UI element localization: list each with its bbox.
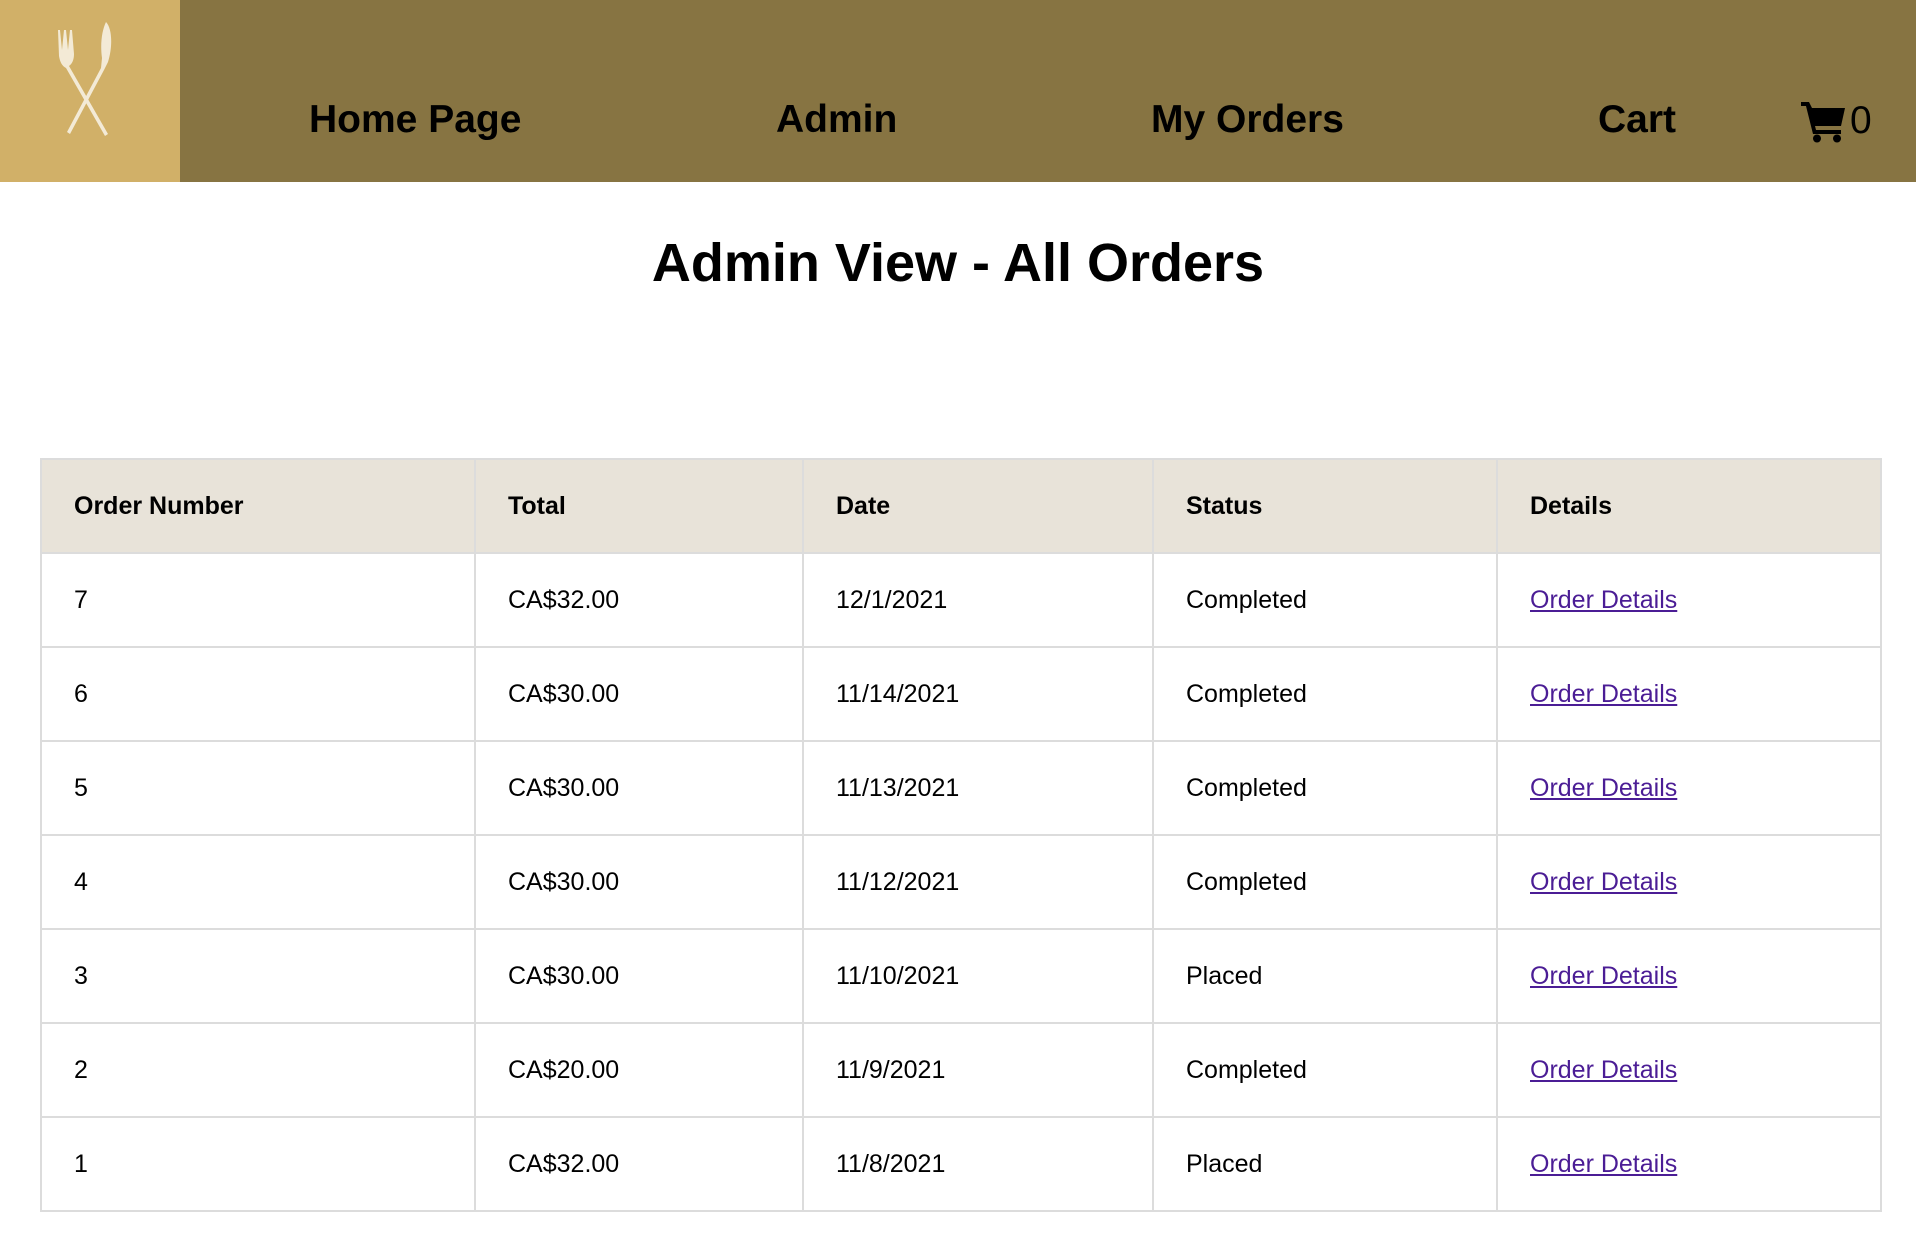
logo-link[interactable] [0, 0, 180, 182]
table-row: 4 CA$30.00 11/12/2021 Completed Order De… [40, 834, 1882, 930]
header-date: Date [802, 458, 1154, 554]
order-number-cell: 1 [40, 1116, 476, 1212]
order-number-cell: 3 [40, 928, 476, 1024]
total-cell: CA$30.00 [474, 928, 804, 1024]
details-cell: Order Details [1496, 1022, 1882, 1118]
cart-count: 0 [1850, 99, 1872, 142]
order-details-link[interactable]: Order Details [1530, 1150, 1677, 1178]
date-cell: 11/13/2021 [802, 740, 1154, 836]
header-status: Status [1152, 458, 1498, 554]
table-row: 5 CA$30.00 11/13/2021 Completed Order De… [40, 740, 1882, 836]
order-number-cell: 2 [40, 1022, 476, 1118]
table-header-row: Order Number Total Date Status Details [40, 458, 1882, 554]
table-row: 3 CA$30.00 11/10/2021 Placed Order Detai… [40, 928, 1882, 1024]
date-cell: 11/12/2021 [802, 834, 1154, 930]
table-row: 7 CA$32.00 12/1/2021 Completed Order Det… [40, 552, 1882, 648]
total-cell: CA$30.00 [474, 740, 804, 836]
order-details-link[interactable]: Order Details [1530, 962, 1677, 990]
status-cell: Placed [1152, 1116, 1498, 1212]
order-number-cell: 6 [40, 646, 476, 742]
order-number-cell: 7 [40, 552, 476, 648]
order-details-link[interactable]: Order Details [1530, 774, 1677, 802]
date-cell: 11/10/2021 [802, 928, 1154, 1024]
table-row: 1 CA$32.00 11/8/2021 Placed Order Detail… [40, 1116, 1882, 1212]
details-cell: Order Details [1496, 1116, 1882, 1212]
table-row: 6 CA$30.00 11/14/2021 Completed Order De… [40, 646, 1882, 742]
date-cell: 11/14/2021 [802, 646, 1154, 742]
status-cell: Completed [1152, 552, 1498, 648]
details-cell: Order Details [1496, 646, 1882, 742]
date-cell: 12/1/2021 [802, 552, 1154, 648]
order-details-link[interactable]: Order Details [1530, 680, 1677, 708]
page-title: Admin View - All Orders [651, 233, 1265, 293]
total-cell: CA$20.00 [474, 1022, 804, 1118]
status-cell: Completed [1152, 1022, 1498, 1118]
order-details-link[interactable]: Order Details [1530, 1056, 1677, 1084]
status-cell: Placed [1152, 928, 1498, 1024]
date-cell: 11/9/2021 [802, 1022, 1154, 1118]
order-details-link[interactable]: Order Details [1530, 868, 1677, 896]
details-cell: Order Details [1496, 928, 1882, 1024]
fork-knife-icon [58, 22, 112, 136]
navbar: Home Page Admin My Orders Cart 0 [0, 0, 1916, 182]
shopping-cart-icon [1801, 102, 1845, 143]
nav-my-orders-link[interactable]: My Orders [1151, 96, 1344, 144]
header-order-number: Order Number [40, 458, 476, 554]
order-number-cell: 4 [40, 834, 476, 930]
date-cell: 11/8/2021 [802, 1116, 1154, 1212]
nav-admin-link[interactable]: Admin [776, 96, 897, 144]
details-cell: Order Details [1496, 834, 1882, 930]
nav-home-link[interactable]: Home Page [309, 96, 521, 144]
total-cell: CA$30.00 [474, 834, 804, 930]
orders-table: Order Number Total Date Status Details 7… [40, 458, 1882, 1212]
total-cell: CA$32.00 [474, 1116, 804, 1212]
status-cell: Completed [1152, 834, 1498, 930]
header-details: Details [1496, 458, 1882, 554]
details-cell: Order Details [1496, 552, 1882, 648]
status-cell: Completed [1152, 740, 1498, 836]
status-cell: Completed [1152, 646, 1498, 742]
order-details-link[interactable]: Order Details [1530, 586, 1677, 614]
table-row: 2 CA$20.00 11/9/2021 Completed Order Det… [40, 1022, 1882, 1118]
details-cell: Order Details [1496, 740, 1882, 836]
nav-cart-link[interactable]: Cart [1598, 96, 1676, 144]
header-total: Total [474, 458, 804, 554]
cart-widget[interactable]: 0 [1800, 94, 1872, 148]
total-cell: CA$30.00 [474, 646, 804, 742]
total-cell: CA$32.00 [474, 552, 804, 648]
order-number-cell: 5 [40, 740, 476, 836]
